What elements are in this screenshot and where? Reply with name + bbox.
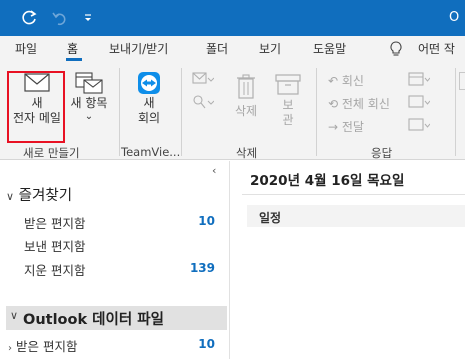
folder-pane: ‹ ∨ 즐겨찾기 받은 편지함 10 보낸 편지함 지운 편지함 139 ∨ O…: [0, 161, 230, 359]
tab-home[interactable]: 홈: [67, 40, 78, 57]
forward-icon: →: [328, 120, 339, 134]
archive-label-1: 보: [282, 98, 294, 112]
folder-datafile-inbox[interactable]: › 받은 편지함: [8, 336, 77, 355]
teamviewer-label-2: 회의: [137, 111, 161, 125]
unread-count: 10: [198, 337, 215, 351]
chevron-down-icon: ⌄: [84, 111, 94, 122]
folder-label: 보낸 편지함: [24, 239, 86, 254]
more-respond-icon[interactable]: [408, 117, 431, 137]
chevron-down-icon: ∨: [6, 190, 15, 203]
send-receive-icon[interactable]: [20, 9, 38, 27]
ignore-icon[interactable]: [192, 71, 215, 91]
reply-all-label: 전체 회신: [341, 97, 390, 111]
group-label-new: 새로 만들기: [23, 146, 80, 160]
chevron-right-icon: ›: [8, 343, 12, 354]
teamviewer-icon: [128, 70, 170, 96]
unread-count: 139: [189, 261, 215, 275]
reply-all-icon: ⟲: [328, 97, 339, 111]
divider: [242, 194, 465, 195]
cleanup-icon[interactable]: [192, 94, 215, 114]
tab-file[interactable]: 파일: [15, 40, 37, 57]
lightbulb-icon[interactable]: [389, 41, 403, 61]
unread-count: 10: [198, 214, 215, 228]
active-tab-indicator: [66, 58, 82, 61]
tab-help[interactable]: 도움말: [313, 40, 346, 57]
ribbon-divider: [316, 68, 317, 156]
delete-button[interactable]: 삭제: [228, 70, 264, 119]
tab-view[interactable]: 보기: [259, 40, 281, 57]
group-label-teamviewer: TeamVie...: [121, 145, 181, 159]
favorites-header[interactable]: ∨ 즐겨찾기: [6, 184, 72, 205]
reply-icon: ↶: [328, 74, 339, 88]
favorites-header-label: 즐겨찾기: [18, 188, 73, 204]
reply-label: 회신: [341, 74, 364, 88]
forward-label: 전달: [341, 120, 364, 134]
ribbon-tab-bar: 파일 홈 보내기/받기 폴더 보기 도움말 어떤 작: [0, 36, 465, 62]
chevron-down-icon: ∨: [10, 309, 19, 322]
collapse-pane-icon[interactable]: ‹: [212, 164, 216, 177]
folder-label: 받은 편지함: [24, 216, 86, 231]
highlight-box: [7, 71, 65, 143]
meeting-icon[interactable]: [408, 71, 431, 91]
calendar-peek: 2020년 4월 16일 목요일 일정: [230, 161, 465, 359]
new-items-label: 새 항목: [70, 96, 108, 110]
folder-deleted[interactable]: 지운 편지함: [24, 260, 85, 279]
im-icon[interactable]: [408, 94, 431, 114]
group-label-delete: 삭제: [236, 146, 258, 160]
archive-label-2: 관: [282, 113, 294, 127]
schedule-header: 일정: [247, 205, 465, 227]
trash-icon: [228, 70, 264, 104]
ribbon-divider: [119, 68, 120, 156]
ribbon-divider: [181, 68, 182, 156]
teamviewer-meeting-button[interactable]: 새 회의: [128, 70, 170, 126]
new-items-icon: [66, 70, 112, 96]
tab-send-receive[interactable]: 보내기/받기: [109, 40, 168, 57]
folder-sent[interactable]: 보낸 편지함: [24, 236, 85, 255]
archive-box-icon: [270, 70, 306, 98]
window-title: O: [449, 10, 460, 25]
delete-label: 삭제: [234, 104, 258, 118]
folder-inbox[interactable]: 받은 편지함: [24, 213, 85, 232]
tell-me-search[interactable]: 어떤 작: [418, 40, 455, 57]
group-label-respond: 응답: [371, 146, 393, 160]
reply-all-button[interactable]: ⟲ 전체 회신: [328, 95, 390, 112]
calendar-date: 2020년 4월 16일 목요일: [250, 173, 405, 189]
ribbon: 새 전자 메일 새 항목 ⌄ 새 회의 삭제 보 관 ↶ 회신 ⟲ 전체 회신 …: [0, 62, 465, 160]
archive-button[interactable]: 보 관: [270, 70, 306, 128]
datafile-header[interactable]: ∨ Outlook 데이터 파일: [6, 306, 227, 330]
schedule-header-label: 일정: [259, 211, 282, 225]
quick-steps-box[interactable]: [459, 72, 465, 90]
folder-label: 지운 편지함: [24, 263, 86, 278]
folder-label: 받은 편지함: [15, 339, 78, 354]
undo-icon[interactable]: [50, 9, 68, 27]
teamviewer-label-1: 새: [143, 96, 155, 110]
tab-folder[interactable]: 폴더: [206, 40, 228, 57]
customize-quick-access-icon[interactable]: [80, 9, 98, 27]
reply-button[interactable]: ↶ 회신: [328, 72, 364, 89]
title-bar: O: [0, 0, 465, 36]
forward-button[interactable]: → 전달: [328, 118, 364, 135]
new-items-button[interactable]: 새 항목 ⌄: [66, 70, 112, 123]
datafile-header-label: Outlook 데이터 파일: [23, 312, 164, 328]
ribbon-divider: [455, 68, 456, 156]
